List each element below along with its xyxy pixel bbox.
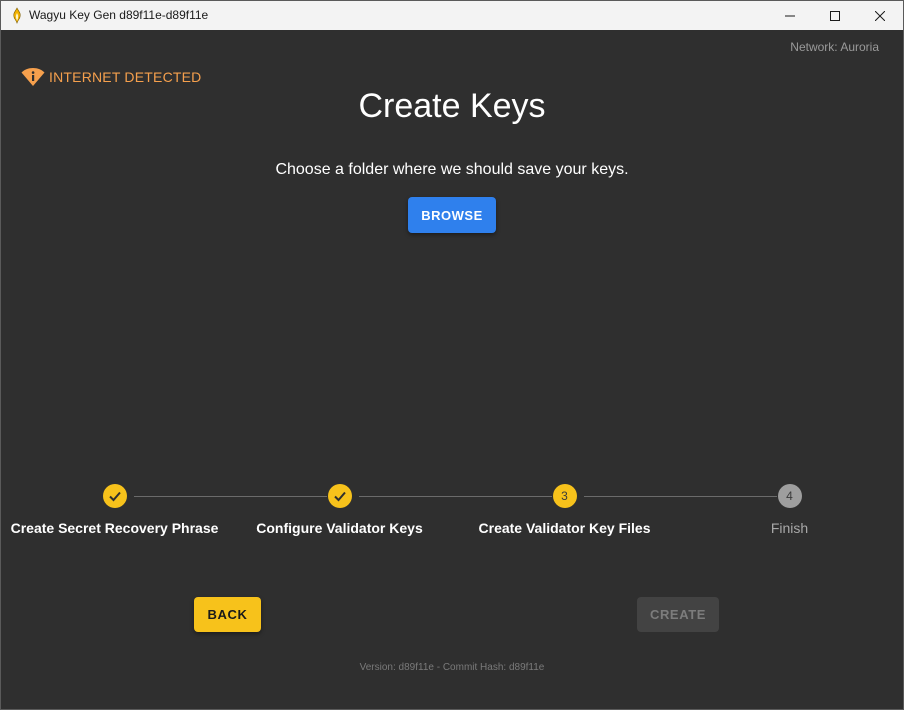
browse-button[interactable]: BROWSE	[408, 197, 496, 233]
step-number-badge: 4	[777, 484, 802, 508]
check-icon	[108, 491, 121, 502]
close-icon	[874, 10, 885, 21]
internet-warning: INTERNET DETECTED	[21, 67, 202, 87]
progress-stepper: Create Secret Recovery Phrase Configure …	[1, 481, 903, 551]
title-bar: Wagyu Key Gen d89f11e-d89f11e	[1, 1, 903, 30]
step-label: Configure Validator Keys	[256, 520, 423, 536]
network-label: Network: Auroria	[790, 40, 879, 54]
window-title: Wagyu Key Gen d89f11e-d89f11e	[29, 8, 209, 22]
step-create-validator-key-files: 3 Create Validator Key Files	[452, 481, 677, 536]
flame-icon	[11, 7, 23, 24]
version-info: Version: d89f11e - Commit Hash: d89f11e	[359, 662, 545, 673]
step-label: Finish	[770, 520, 809, 536]
page-subtitle: Choose a folder where we should save you…	[275, 161, 629, 178]
create-button[interactable]: CREATE	[637, 597, 719, 632]
minimize-icon	[784, 15, 795, 16]
step-label: Create Secret Recovery Phrase	[10, 520, 219, 536]
step-finish: 4 Finish	[677, 481, 902, 536]
app-window: Wagyu Key Gen d89f11e-d89f11e Network: A…	[0, 0, 904, 710]
step-number-badge: 3	[552, 484, 577, 508]
step-configure-validator-keys: Configure Validator Keys	[227, 481, 452, 536]
page-title: Create Keys	[358, 87, 546, 125]
step-create-recovery-phrase: Create Secret Recovery Phrase	[2, 481, 227, 536]
internet-warning-text: INTERNET DETECTED	[49, 69, 202, 85]
check-icon	[333, 491, 346, 502]
maximize-button[interactable]	[812, 1, 857, 30]
step-complete-badge	[102, 484, 127, 508]
step-complete-badge	[327, 484, 352, 508]
back-button[interactable]: BACK	[194, 597, 261, 632]
step-label: Create Validator Key Files	[478, 520, 651, 536]
wifi-warning-icon	[21, 67, 45, 87]
maximize-icon	[829, 10, 840, 21]
close-button[interactable]	[857, 1, 902, 30]
minimize-button[interactable]	[767, 1, 812, 30]
